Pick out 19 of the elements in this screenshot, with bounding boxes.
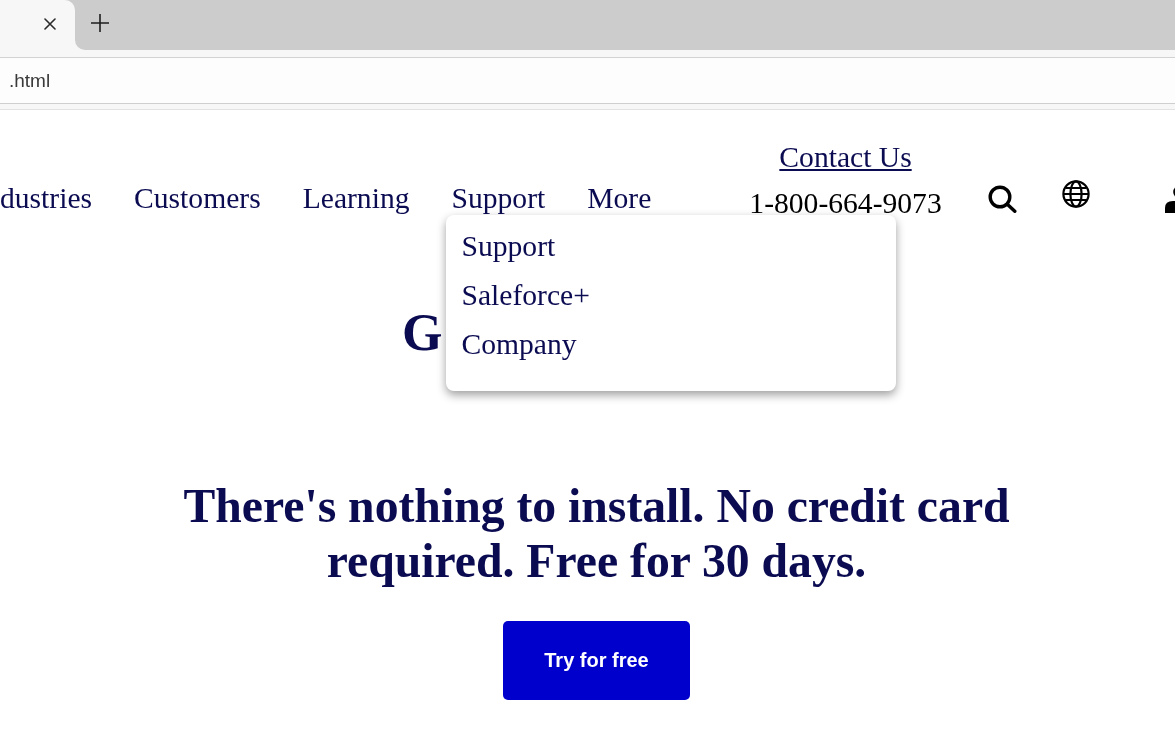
globe-icon[interactable]: [1061, 180, 1090, 208]
menu-item[interactable]: Saleforce+: [461, 271, 590, 320]
nav-link[interactable]: Support: [451, 181, 546, 215]
nav-link[interactable]: Learning: [302, 181, 410, 215]
new-tab-icon[interactable]: [91, 14, 109, 32]
nav-link[interactable]: More: [587, 181, 652, 215]
phone-number: 1-800-664-9073: [749, 192, 942, 214]
menu-item[interactable]: Company: [461, 320, 577, 369]
page-heading: G: [402, 303, 443, 363]
search-icon[interactable]: [987, 185, 1017, 213]
close-icon[interactable]: [44, 18, 56, 30]
tagline: There's nothing to install. No credit card required. Free for 30 days.: [182, 478, 1011, 588]
nav-link[interactable]: Customers: [134, 181, 261, 215]
menu-item[interactable]: Support: [461, 222, 556, 271]
nav-link[interactable]: dustries: [0, 181, 93, 215]
user-icon[interactable]: [1165, 185, 1175, 213]
try-for-free-button[interactable]: Try for free: [503, 621, 690, 700]
contact-link[interactable]: Contact Us: [779, 140, 912, 174]
address-bar[interactable]: .html: [0, 57, 1175, 104]
